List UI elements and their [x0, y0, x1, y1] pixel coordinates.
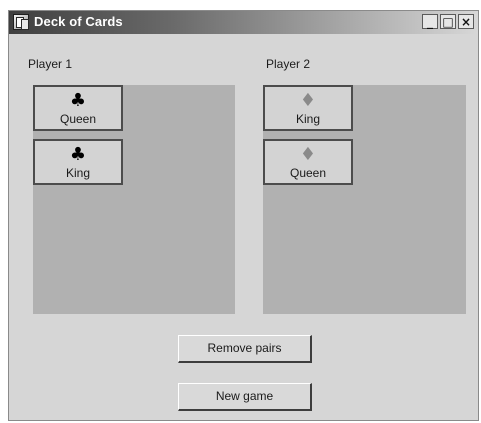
maximize-button[interactable]: □ — [440, 14, 456, 29]
diamond-icon: ♦ — [299, 90, 317, 111]
card[interactable]: ♦ Queen — [263, 139, 353, 185]
player2-hand-panel: ♦ King ♦ Queen — [263, 85, 466, 314]
card-name: Queen — [289, 166, 327, 180]
player2-label: Player 2 — [266, 57, 311, 71]
close-button[interactable]: × — [458, 14, 474, 29]
new-game-button[interactable]: New game — [178, 383, 312, 411]
card[interactable]: ♣ Queen — [33, 85, 123, 131]
minimize-button[interactable]: _ — [422, 14, 438, 29]
card[interactable]: ♣ King — [33, 139, 123, 185]
top-strip — [0, 0, 481, 10]
card[interactable]: ♦ King — [263, 85, 353, 131]
card-name: Queen — [59, 112, 97, 126]
app-icon[interactable] — [13, 14, 29, 30]
diamond-icon: ♦ — [299, 144, 317, 165]
player1-hand-panel: ♣ Queen ♣ King — [33, 85, 235, 314]
card-name: King — [65, 166, 91, 180]
club-icon: ♣ — [69, 90, 87, 111]
club-icon: ♣ — [69, 144, 87, 165]
window-title: Deck of Cards — [34, 14, 123, 29]
title-bar[interactable]: Deck of Cards _ □ × — [9, 11, 478, 34]
card-name: King — [295, 112, 321, 126]
deck-of-cards-window: Deck of Cards _ □ × Player 1 ♣ Queen ♣ K… — [8, 10, 479, 421]
player1-label: Player 1 — [28, 57, 73, 71]
remove-pairs-button[interactable]: Remove pairs — [178, 335, 312, 363]
window-controls: _ □ × — [422, 14, 474, 29]
